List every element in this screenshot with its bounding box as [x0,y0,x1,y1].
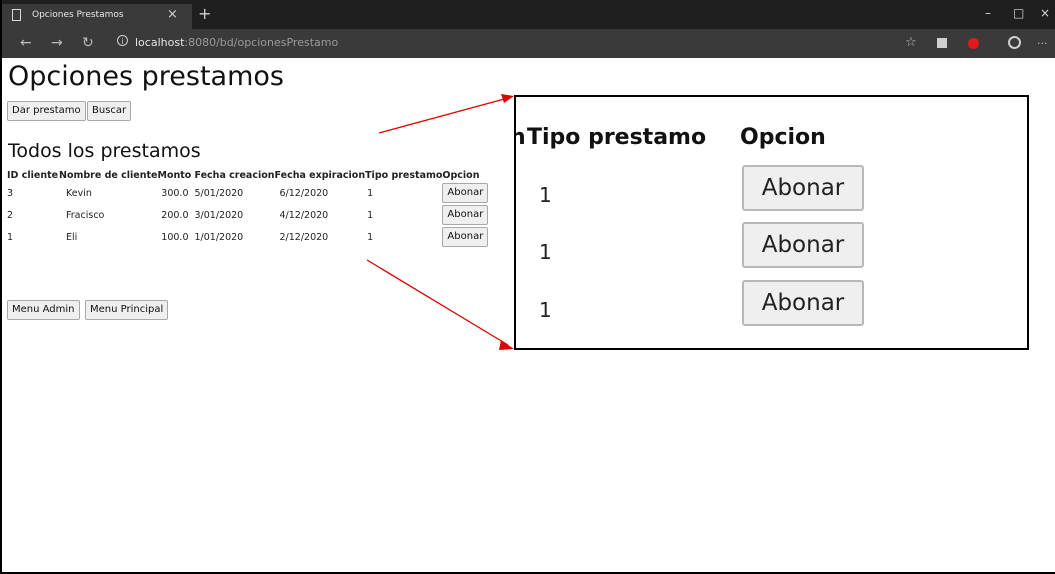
screenshot-frame [0,0,1055,574]
